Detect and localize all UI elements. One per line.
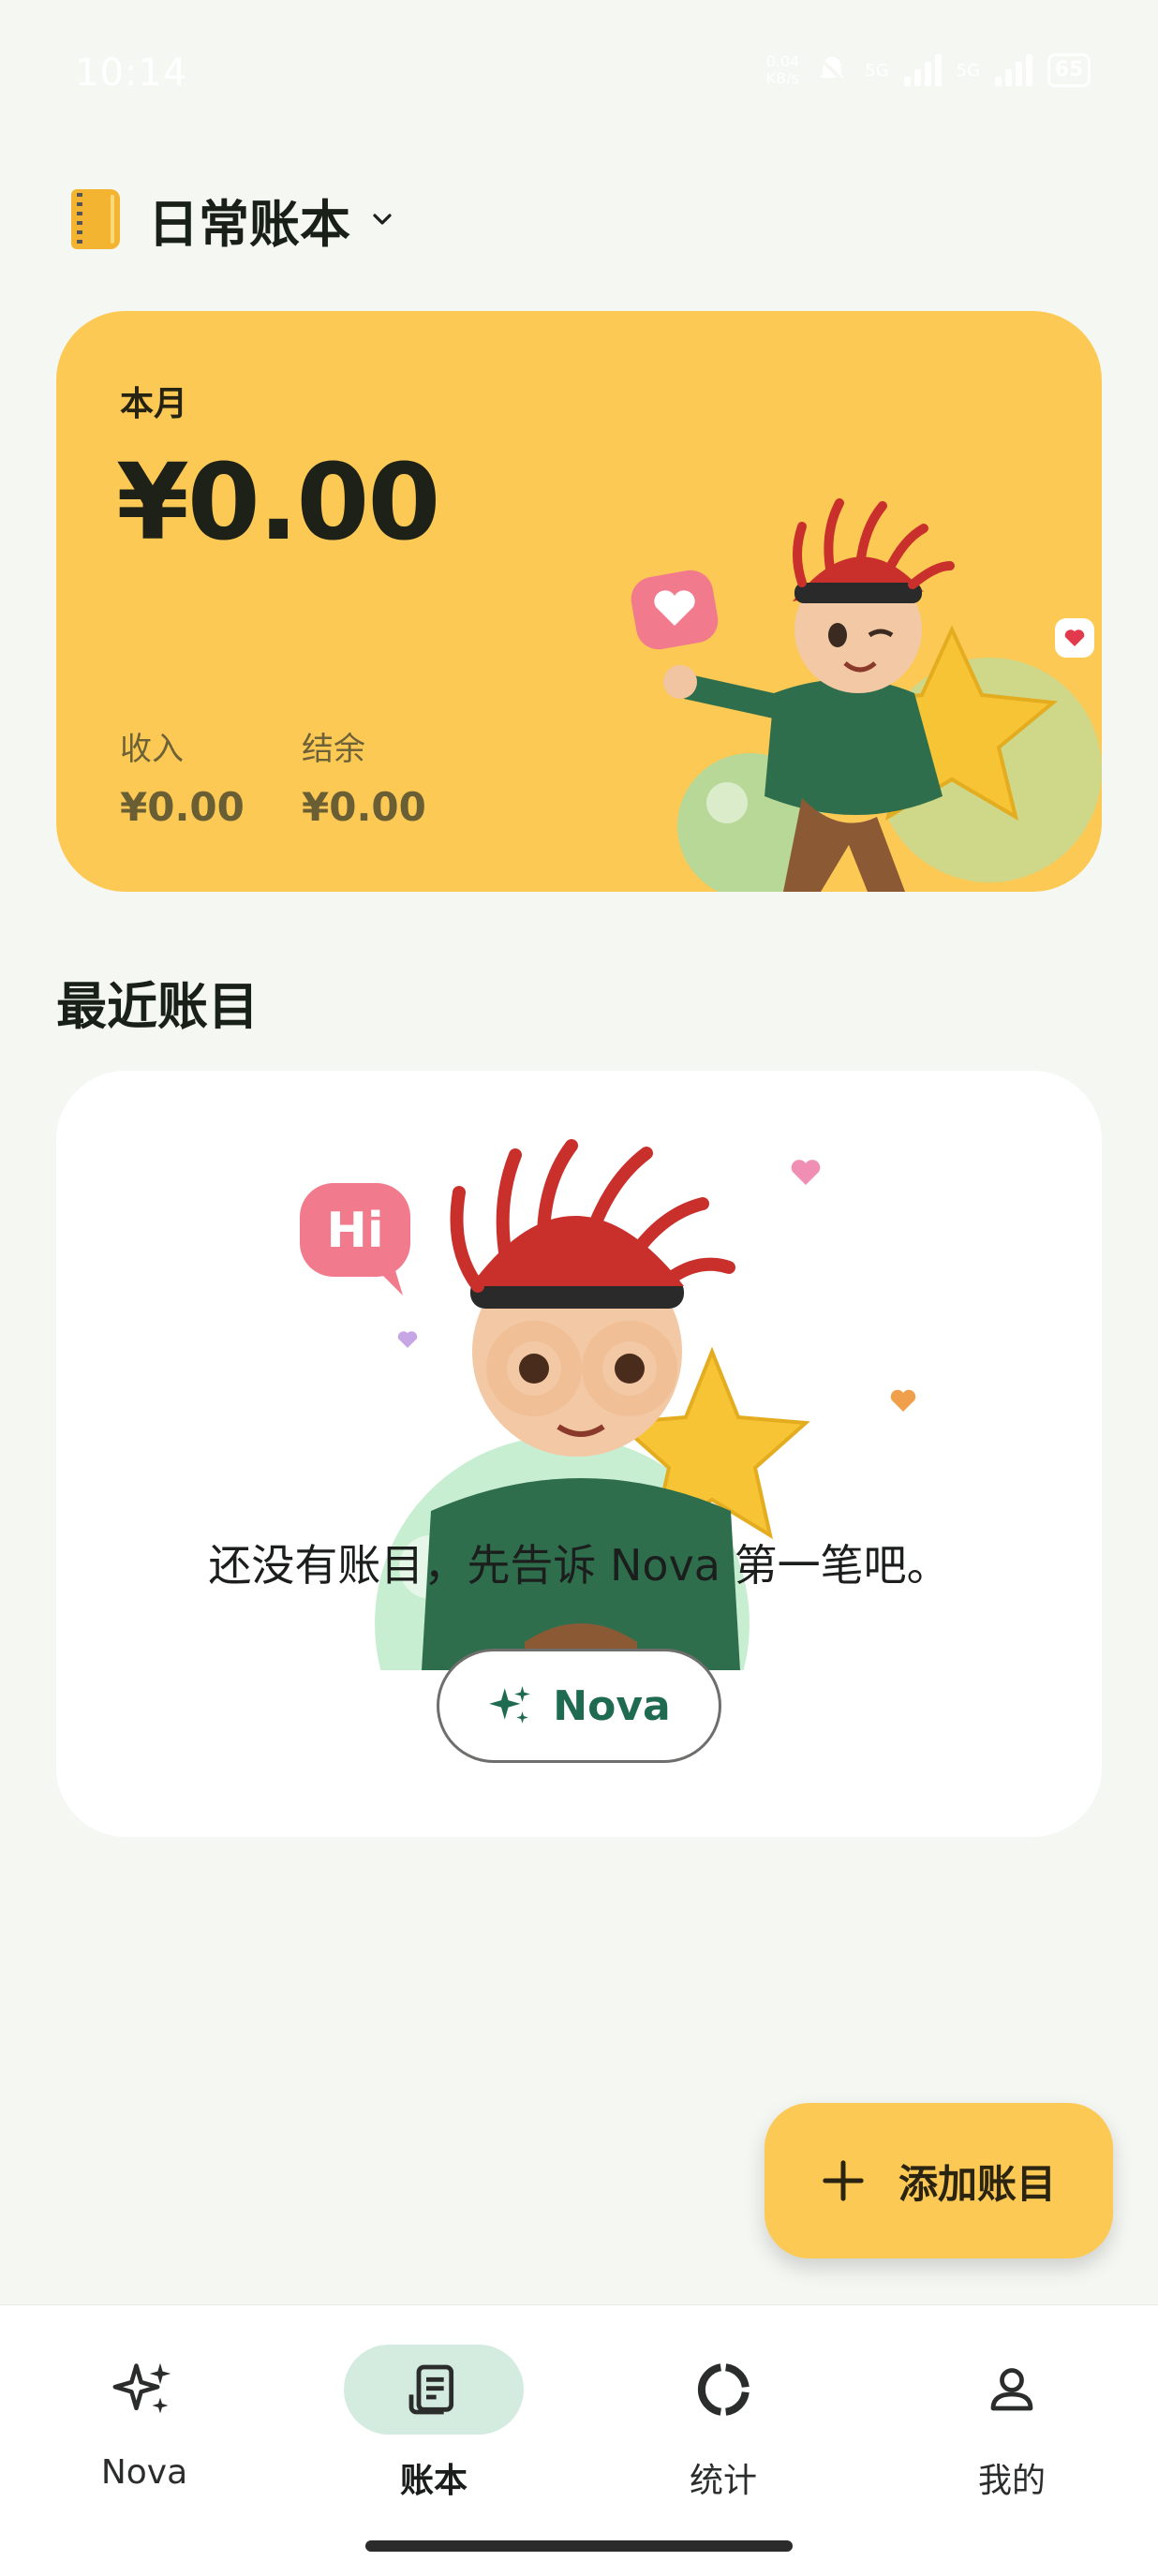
speech-bubble-text: Hi [326, 1203, 383, 1259]
ledger-title: 日常账本 [148, 194, 350, 254]
period-label: 本月 [120, 385, 188, 423]
signal-1-icon [903, 54, 942, 86]
notebook-icon [71, 189, 120, 249]
mascot-pointing-illustration [631, 498, 1102, 892]
donut-chart-icon [697, 2363, 750, 2416]
balance-value: ¥0.00 [302, 784, 426, 830]
add-entry-label: 添加账目 [898, 2160, 1056, 2207]
nav-item-nova[interactable]: Nova [32, 2345, 257, 2513]
ledger-selector[interactable]: 日常账本 [71, 185, 393, 254]
income-label: 收入 [120, 731, 184, 768]
ledger-home-screen: 10:14 0.04 KB/s 5G 5G 65 日常账本 本月 ¥0.00 收… [0, 0, 1158, 2576]
nav-item-profile[interactable]: 我的 [899, 2345, 1124, 2513]
recent-entries-title: 最近账目 [56, 977, 259, 1036]
sparkles-icon [112, 2362, 171, 2414]
nav-item-ledger[interactable]: 账本 [321, 2345, 546, 2513]
income-value: ¥0.00 [120, 784, 245, 830]
add-entry-button[interactable]: 添加账目 [765, 2103, 1113, 2258]
sparkles-icon [489, 1686, 531, 1724]
signal-1-label: 5G [865, 60, 889, 81]
balance-label: 结余 [302, 731, 365, 768]
home-indicator[interactable] [365, 2540, 793, 2552]
ask-nova-button[interactable]: Nova [437, 1649, 721, 1763]
battery-icon: 65 [1047, 53, 1091, 87]
chevron-down-icon [373, 214, 392, 225]
signal-2-label: 5G [956, 60, 980, 81]
monthly-summary-card[interactable]: 本月 ¥0.00 收入 ¥0.00 结余 ¥0.00 [56, 311, 1102, 892]
signal-2-icon [995, 54, 1032, 86]
income-stat: 收入 ¥0.00 [120, 723, 245, 830]
ask-nova-button-label: Nova [553, 1681, 671, 1730]
nav-label-nova: Nova [100, 2453, 188, 2492]
recent-entries-card: Hi 还没有账目，先告诉 Nova 第一笔吧。 Nova [56, 1071, 1102, 1837]
network-speed: 0.04 KB/s [765, 52, 800, 87]
person-icon [990, 2368, 1033, 2411]
nav-label-stats: 统计 [689, 2462, 757, 2500]
plus-icon [823, 2160, 864, 2201]
status-bar: 10:14 0.04 KB/s 5G 5G 65 [0, 0, 1158, 150]
nav-label-ledger: 账本 [399, 2462, 468, 2500]
status-time: 10:14 [75, 52, 188, 95]
bottom-navigation: Nova 账本 统计 我的 [0, 2304, 1158, 2576]
ledger-icon [408, 2364, 454, 2415]
status-icons: 0.04 KB/s 5G 5G 65 [766, 52, 1091, 88]
month-total-amount: ¥0.00 [116, 442, 440, 564]
mute-bell-icon [817, 55, 847, 85]
empty-state-message: 还没有账目，先告诉 Nova 第一笔吧。 [208, 1540, 950, 1591]
nav-item-stats[interactable]: 统计 [611, 2345, 836, 2513]
balance-stat: 结余 ¥0.00 [302, 723, 426, 830]
nav-label-profile: 我的 [977, 2462, 1046, 2500]
